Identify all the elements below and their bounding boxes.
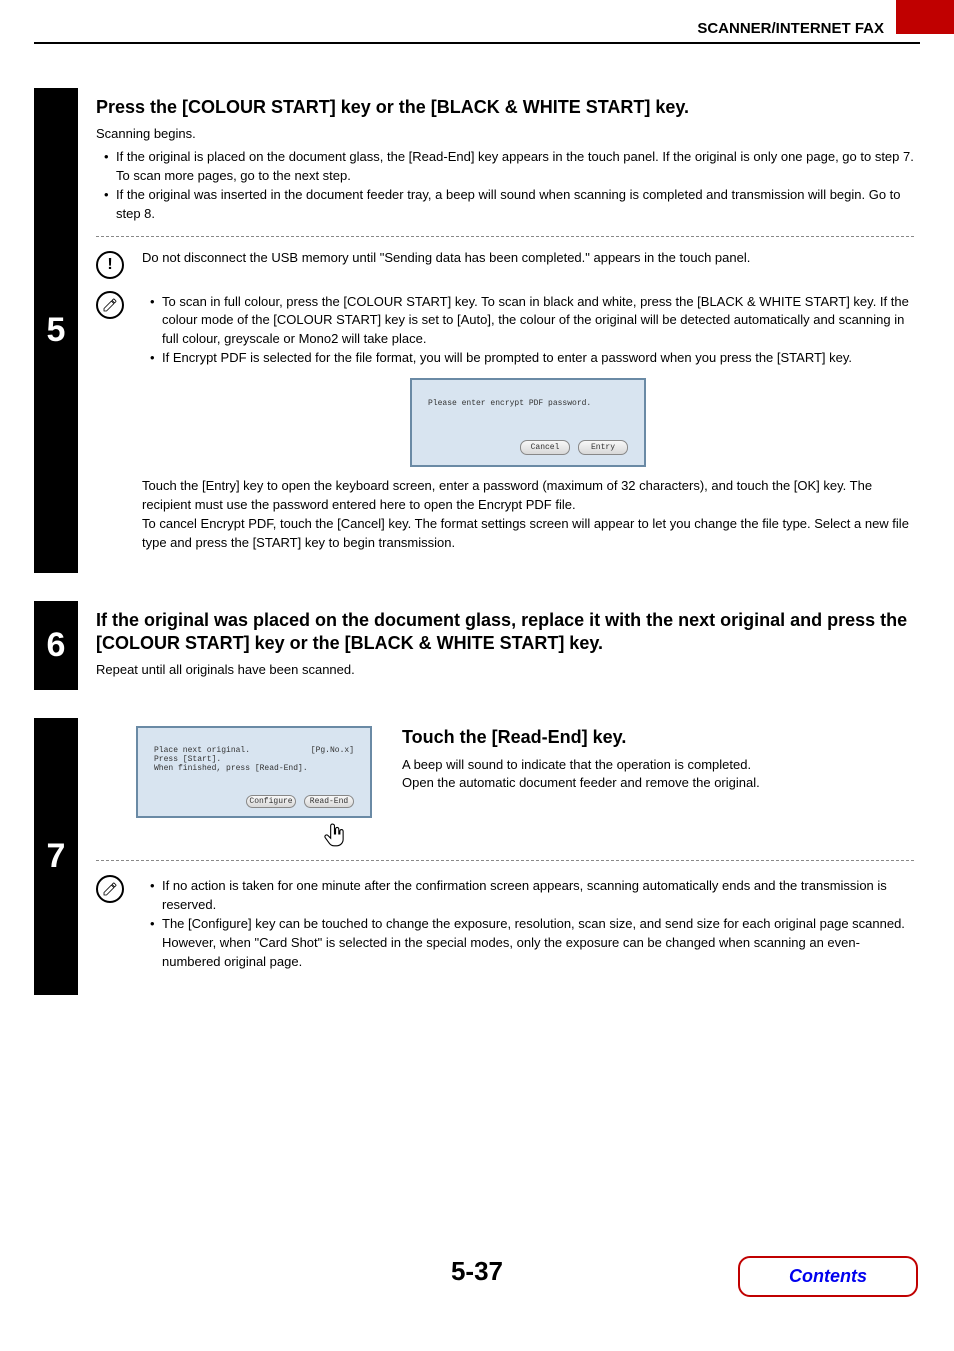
separator bbox=[96, 236, 914, 237]
readend-panel: Place next original. [Pg.No.x] Press [St… bbox=[136, 726, 372, 818]
readend-button[interactable]: Read-End bbox=[304, 795, 354, 808]
note-row: To scan in full colour, press the [COLOU… bbox=[96, 289, 914, 553]
step-bullet: If the original is placed on the documen… bbox=[104, 148, 914, 186]
entry-button[interactable]: Entry bbox=[578, 440, 628, 456]
step-number: 7 bbox=[34, 718, 78, 995]
step-7: 7 Place next original. [Pg.No.x] Press [… bbox=[34, 718, 920, 995]
panel-message: Please enter encrypt PDF password. bbox=[428, 398, 628, 410]
after-panel-text: Touch the [Entry] key to open the keyboa… bbox=[142, 477, 914, 552]
step-body: Open the automatic document feeder and r… bbox=[402, 774, 914, 793]
step-intro: Scanning begins. bbox=[96, 125, 914, 144]
caution-text: Do not disconnect the USB memory until "… bbox=[142, 249, 914, 268]
pencil-icon bbox=[96, 875, 124, 903]
accent-bar bbox=[896, 0, 954, 34]
step-number: 6 bbox=[34, 601, 78, 691]
panel-line: When finished, press [Read-End]. bbox=[154, 764, 354, 773]
step-title: Press the [COLOUR START] key or the [BLA… bbox=[96, 96, 914, 119]
panel-line: Place next original. bbox=[154, 746, 250, 755]
header-rule bbox=[34, 42, 920, 44]
note-row: If no action is taken for one minute aft… bbox=[96, 873, 914, 975]
step-6: 6 If the original was placed on the docu… bbox=[34, 601, 920, 691]
step-number: 5 bbox=[34, 88, 78, 573]
caution-row: ! Do not disconnect the USB memory until… bbox=[96, 249, 914, 279]
configure-button[interactable]: Configure bbox=[246, 795, 296, 808]
cancel-button[interactable]: Cancel bbox=[520, 440, 570, 456]
pencil-icon bbox=[96, 291, 124, 319]
note-bullet: If no action is taken for one minute aft… bbox=[150, 877, 914, 915]
step-body: A beep will sound to indicate that the o… bbox=[402, 756, 914, 775]
step-title: If the original was placed on the docume… bbox=[96, 609, 914, 656]
encrypt-pdf-panel: Please enter encrypt PDF password. Cance… bbox=[410, 378, 646, 467]
step-bullet: If the original was inserted in the docu… bbox=[104, 186, 914, 224]
separator bbox=[96, 860, 914, 861]
note-bullet: If Encrypt PDF is selected for the file … bbox=[150, 349, 914, 368]
step-5: 5 Press the [COLOUR START] key or the [B… bbox=[34, 88, 920, 573]
note-bullet: The [Configure] key can be touched to ch… bbox=[150, 915, 914, 972]
contents-button[interactable]: Contents bbox=[738, 1256, 918, 1297]
note-bullets: If no action is taken for one minute aft… bbox=[150, 877, 914, 971]
note-bullets: To scan in full colour, press the [COLOU… bbox=[150, 293, 914, 368]
step-bullets: If the original is placed on the documen… bbox=[104, 148, 914, 223]
touch-pointer-icon bbox=[136, 822, 348, 848]
panel-line: Press [Start]. bbox=[154, 755, 354, 764]
note-bullet: To scan in full colour, press the [COLOU… bbox=[150, 293, 914, 350]
caution-icon: ! bbox=[96, 251, 124, 279]
step-body: Repeat until all originals have been sca… bbox=[96, 661, 914, 680]
panel-page-indicator: [Pg.No.x] bbox=[311, 746, 354, 755]
section-header: SCANNER/INTERNET FAX bbox=[697, 20, 884, 37]
step-title: Touch the [Read-End] key. bbox=[402, 726, 914, 749]
